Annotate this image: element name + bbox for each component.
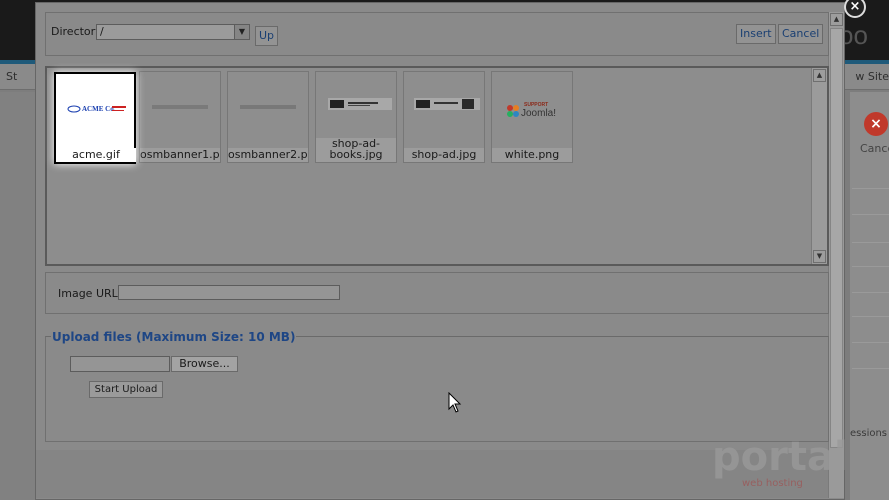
upload-section: Upload files (Maximum Size: 10 MB) Brows…	[45, 330, 829, 442]
svg-text:web hosting: web hosting	[742, 478, 803, 489]
image-browser-scrollbar[interactable]: ▲ ▼	[811, 68, 827, 264]
directory-bar: Directory / ▼ Up Insert Cancel	[45, 12, 829, 56]
joomla-support-image: SUPPORT Joomla!	[496, 78, 568, 136]
chevron-down-icon[interactable]: ▼	[234, 25, 249, 39]
svg-text:portal: portal	[712, 434, 848, 480]
scroll-up-arrow-icon[interactable]: ▲	[830, 13, 843, 26]
image-caption: shop-ad.jpg	[404, 148, 484, 162]
file-path-input[interactable]	[70, 356, 170, 372]
image-thumb-osmbanner2[interactable]: osmbanner2.png	[227, 71, 309, 163]
acme-logo-image: ACME Co.	[60, 80, 132, 138]
image-caption: white.png	[492, 148, 572, 162]
shop-ad-image	[408, 78, 480, 136]
image-caption: acme.gif	[56, 148, 136, 162]
osmbanner1-image	[144, 78, 216, 136]
shop-ad-books-image	[320, 78, 392, 136]
osmbanner2-image	[232, 78, 304, 136]
browse-button[interactable]: Browse...	[171, 356, 238, 372]
image-thumb-shop-ad-books[interactable]: shop-ad-books.jpg	[315, 71, 397, 163]
directory-select-value: /	[100, 25, 104, 38]
svg-text:ACME Co.: ACME Co.	[82, 105, 116, 113]
scroll-up-arrow-icon[interactable]: ▲	[813, 69, 826, 82]
image-thumb-osmbanner1[interactable]: osmbanner1.png	[139, 71, 221, 163]
scrollbar-thumb[interactable]	[830, 28, 843, 448]
mouse-cursor-icon	[448, 391, 464, 414]
image-caption: osmbanner1.png	[140, 148, 220, 162]
cancel-icon[interactable]: ×	[864, 112, 888, 136]
up-button[interactable]: Up	[255, 26, 279, 46]
modal-scrollbar[interactable]: ▲	[828, 12, 844, 498]
svg-text:Joomla!: Joomla!	[521, 108, 556, 119]
insert-button[interactable]: Insert	[736, 24, 776, 44]
directory-select[interactable]: / ▼	[96, 24, 250, 40]
image-caption: shop-ad-books.jpg	[316, 138, 396, 162]
image-url-section: Image URL	[45, 272, 829, 314]
upload-legend: Upload files (Maximum Size: 10 MB)	[51, 330, 297, 344]
left-panel	[0, 92, 36, 500]
image-caption: osmbanner2.png	[228, 148, 308, 162]
portal-watermark-logo: portal web hosting	[712, 428, 862, 492]
image-thumb-white[interactable]: SUPPORT Joomla! white.png	[491, 71, 573, 163]
cancel-toolbar-label: Cance	[860, 142, 889, 155]
modal-footer	[36, 450, 828, 498]
view-site-link[interactable]: w Site	[855, 70, 889, 83]
toolbar-left-text: St	[6, 70, 18, 83]
scroll-down-arrow-icon[interactable]: ▼	[813, 250, 826, 263]
cancel-button[interactable]: Cancel	[778, 24, 824, 44]
image-thumb-shop-ad[interactable]: shop-ad.jpg	[403, 71, 485, 163]
directory-label: Directory	[51, 25, 102, 38]
start-upload-button[interactable]: Start Upload	[89, 381, 163, 398]
image-url-input[interactable]	[118, 285, 340, 300]
image-browser: ACME Co. acme.gif osmbanner1.png osmbann…	[45, 66, 829, 266]
joomla-logo-fragment: oo	[839, 20, 868, 50]
image-url-label: Image URL	[58, 287, 118, 300]
image-thumb-acme[interactable]: ACME Co. acme.gif	[54, 72, 136, 164]
